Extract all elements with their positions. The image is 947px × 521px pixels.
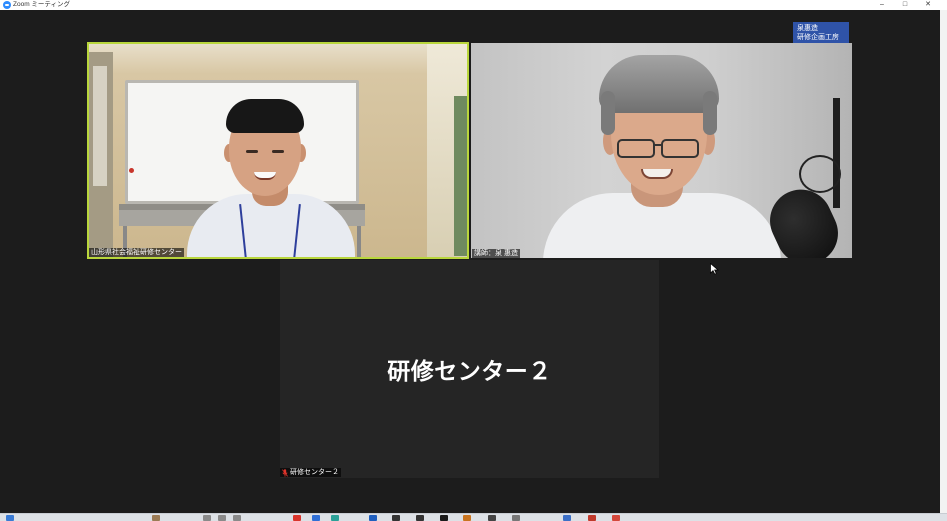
video-tile-lecturer[interactable]: 講師：泉 惠造 (471, 43, 852, 258)
glasses-bridge (655, 144, 661, 146)
participant-name-label: 研修センター２ (280, 468, 341, 477)
video-tile-active-speaker[interactable]: 山形県社会福祉研修センター (87, 42, 469, 259)
taskbar-app-icon[interactable] (416, 515, 424, 521)
taskbar-app-icon[interactable] (218, 515, 226, 521)
taskbar-app-icon[interactable] (463, 515, 471, 521)
taskbar (0, 513, 947, 521)
taskbar-app-icon[interactable] (369, 515, 377, 521)
mouse-cursor (710, 263, 719, 275)
start-icon[interactable] (6, 515, 14, 521)
taskbar-app-icon[interactable] (563, 515, 571, 521)
glasses-lens (661, 139, 699, 158)
whiteboard-leg (357, 226, 361, 257)
person-eye (246, 150, 258, 153)
mic-stand (833, 98, 840, 208)
muted-microphone-icon (282, 468, 288, 477)
zoom-app-icon (3, 1, 11, 9)
taskbar-app-icon[interactable] (512, 515, 520, 521)
taskbar-app-icon[interactable] (612, 515, 620, 521)
participant-name-label: 講師：泉 惠造 (472, 249, 520, 258)
person-eye (272, 150, 284, 153)
magnet (129, 168, 134, 173)
door-panel (93, 66, 107, 186)
video-tile-camera-off[interactable]: 研修センター２ 研修センター２ (280, 260, 659, 478)
badge-line-1: 泉惠造 (797, 25, 818, 32)
participant-name: 研修センター２ (290, 469, 339, 476)
zoom-window: Zoom ミーティング – □ ✕ 泉惠造 研修企画工房 山形県社会福祉研修セン… (0, 0, 947, 521)
window-edge (940, 10, 947, 513)
taskbar-app-icon[interactable] (203, 515, 211, 521)
badge-line-2: 研修企画工房 (797, 34, 839, 41)
person-hair (599, 55, 719, 113)
taskbar-app-icon[interactable] (392, 515, 400, 521)
bookshelf (454, 96, 467, 256)
taskbar-app-icon[interactable] (488, 515, 496, 521)
taskbar-app-icon[interactable] (233, 515, 241, 521)
glasses-lens (617, 139, 655, 158)
window-title: Zoom ミーティング (13, 1, 71, 8)
mic-shock-mount (799, 155, 841, 193)
taskbar-app-icon[interactable] (331, 515, 339, 521)
minimize-button[interactable]: – (874, 0, 890, 10)
taskbar-app-icon[interactable] (312, 515, 320, 521)
close-button[interactable]: ✕ (920, 0, 936, 10)
taskbar-app-icon[interactable] (152, 515, 160, 521)
taskbar-app-icon[interactable] (293, 515, 301, 521)
title-bar: Zoom ミーティング – □ ✕ (0, 0, 947, 10)
person-smile (641, 169, 673, 179)
taskbar-app-icon[interactable] (588, 515, 596, 521)
participant-display-name: 研修センター２ (387, 358, 552, 384)
watermark-badge: 泉惠造 研修企画工房 (793, 22, 849, 44)
maximize-button[interactable]: □ (897, 0, 913, 10)
person-hair-side (601, 91, 615, 135)
taskbar-app-icon[interactable] (440, 515, 448, 521)
participant-name-label: 山形県社会福祉研修センター (89, 248, 184, 257)
person-hair (226, 99, 304, 133)
person-hair-side (703, 91, 717, 135)
